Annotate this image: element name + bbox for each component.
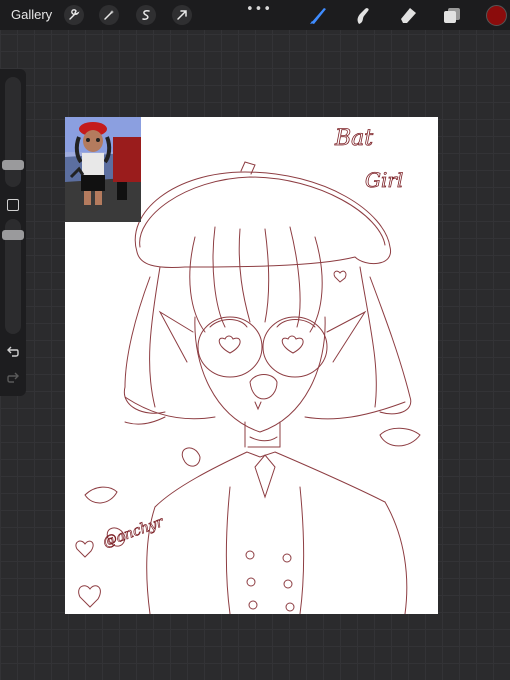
redo-icon[interactable] [6, 371, 20, 385]
left-sidebar [0, 69, 26, 396]
brush-size-thumb[interactable] [2, 160, 24, 170]
eraser-icon[interactable] [397, 4, 419, 26]
undo-icon[interactable] [6, 345, 20, 359]
drawing-canvas[interactable]: Bat Girl @anchyr [65, 117, 438, 614]
more-options-button[interactable]: ••• [246, 2, 272, 17]
gallery-button[interactable]: Gallery [11, 7, 52, 22]
magic-wand-icon[interactable] [99, 5, 119, 25]
wrench-icon[interactable] [64, 5, 84, 25]
layers-icon[interactable] [441, 4, 463, 26]
selection-icon[interactable] [136, 5, 156, 25]
top-toolbar: Gallery ••• [0, 0, 510, 30]
brush-icon[interactable] [307, 4, 329, 26]
smudge-icon[interactable] [352, 4, 374, 26]
reference-photo[interactable] [65, 117, 141, 222]
opacity-thumb[interactable] [2, 230, 24, 240]
signature-text: @anchyr [101, 514, 167, 551]
color-swatch[interactable] [486, 5, 507, 26]
brush-size-slider[interactable] [5, 77, 21, 187]
title-text-line2: Girl [365, 168, 403, 192]
transform-arrow-icon[interactable] [172, 5, 192, 25]
title-text-line1: Bat [334, 126, 373, 151]
modify-button[interactable] [7, 199, 19, 211]
